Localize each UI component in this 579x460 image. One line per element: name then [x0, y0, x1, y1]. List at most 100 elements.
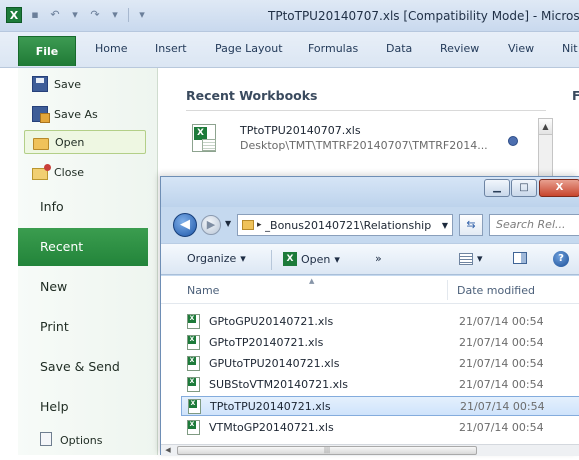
nav-info[interactable]: Info: [18, 188, 158, 226]
column-divider[interactable]: [447, 280, 448, 300]
scroll-left-icon[interactable]: ◀: [161, 445, 175, 456]
preview-pane-button[interactable]: [513, 252, 527, 264]
file-row[interactable]: VTMtoGP20140721.xls 21/07/14 00:54: [181, 418, 579, 438]
save-as-label: Save As: [54, 107, 98, 121]
close-button[interactable]: X: [539, 179, 579, 197]
nav-options[interactable]: Options: [18, 422, 158, 460]
tab-file[interactable]: File: [18, 36, 76, 66]
recent-workbooks-heading: Recent Workbooks: [186, 88, 318, 103]
ribbon-tabs: File Home Insert Page Layout Formulas Da…: [0, 32, 579, 68]
nav-new[interactable]: New: [18, 268, 158, 306]
scroll-thumb[interactable]: |||: [177, 446, 477, 455]
file-date: 21/07/14 00:54: [459, 421, 544, 434]
forward-arrow-icon[interactable]: ▶: [201, 215, 221, 235]
excel-file-icon: [187, 377, 200, 392]
save-icon: [32, 76, 48, 92]
organize-button[interactable]: Organize ▾: [187, 252, 246, 265]
file-date: 21/07/14 00:54: [459, 378, 544, 391]
column-name[interactable]: Name: [187, 284, 219, 297]
nav-save-send[interactable]: Save & Send: [18, 348, 158, 386]
sort-up-icon: ▲: [309, 277, 315, 285]
excel-file-icon: [192, 124, 216, 152]
excel-logo-icon[interactable]: X: [6, 7, 22, 23]
organize-label: Organize: [187, 252, 237, 265]
tab-review[interactable]: Review: [440, 42, 479, 55]
tab-nit[interactable]: Nit: [562, 42, 578, 55]
file-row[interactable]: GPtoGPU20140721.xls 21/07/14 00:54: [181, 312, 579, 332]
excel-file-icon: [187, 356, 200, 371]
toolbar-divider: [271, 250, 272, 270]
column-date-modified[interactable]: Date modified: [457, 284, 535, 297]
column-header: ▲ Name Date modified: [161, 276, 579, 304]
more-commands-button[interactable]: »: [375, 252, 382, 265]
nav-print[interactable]: Print: [18, 308, 158, 346]
address-path: _Bonus20140721\Relationship: [264, 218, 432, 232]
back-arrow-icon[interactable]: ◀: [173, 213, 197, 237]
options-icon: [40, 432, 52, 446]
nav-recent[interactable]: Recent: [18, 228, 178, 266]
open-folder-icon: [33, 137, 49, 150]
close-button[interactable]: Close: [24, 160, 146, 184]
close-label: Close: [54, 165, 84, 179]
title-bar: X ▪ ↶ ▾ ↷ ▾ ▾ TPtoTPU20140707.xls [Compa…: [0, 0, 579, 32]
horizontal-scrollbar[interactable]: ◀ |||: [161, 444, 579, 456]
chevron-down-icon: ▾: [334, 252, 340, 266]
file-name: SUBStoVTM20140721.xls: [209, 378, 348, 391]
minimize-button[interactable]: ▁: [484, 179, 510, 197]
dialog-toolbar: Organize ▾ X Open ▾ » ▾ ?: [161, 243, 579, 275]
file-name: TPtoTPU20140721.xls: [210, 400, 331, 413]
tab-home[interactable]: Home: [95, 42, 127, 55]
pin-icon[interactable]: [508, 136, 518, 146]
tab-insert[interactable]: Insert: [155, 42, 187, 55]
save-label: Save: [54, 77, 82, 91]
help-button[interactable]: ?: [553, 251, 569, 267]
dropdown-icon[interactable]: ▾: [108, 8, 122, 22]
open-file-button[interactable]: X Open ▾: [283, 252, 340, 266]
options-label: Options: [60, 434, 103, 447]
history-dropdown-icon[interactable]: ▼: [225, 219, 231, 228]
chevron-down-icon: ▾: [240, 252, 246, 265]
open-button[interactable]: Open: [24, 130, 146, 154]
nav-recent-label: Recent: [40, 239, 84, 254]
customize-toolbar-icon[interactable]: ▾: [135, 8, 149, 22]
file-date: 21/07/14 00:54: [459, 357, 544, 370]
maximize-button[interactable]: □: [511, 179, 537, 197]
save-as-button[interactable]: Save As: [24, 102, 146, 126]
search-input[interactable]: Search Rel...: [489, 214, 579, 236]
save-icon[interactable]: ▪: [28, 8, 42, 22]
undo-icon[interactable]: ↶: [48, 8, 62, 22]
address-bar[interactable]: ▸ _Bonus20140721\Relationship ▼: [237, 214, 453, 236]
open-file-label: Open: [301, 252, 331, 266]
file-row-selected[interactable]: TPtoTPU20140721.xls 21/07/14 00:54: [181, 396, 579, 416]
help-icon: ?: [553, 251, 569, 267]
tab-view[interactable]: View: [508, 42, 534, 55]
chevron-right-icon[interactable]: ▸: [257, 220, 262, 230]
nav-help[interactable]: Help: [18, 388, 158, 426]
excel-icon: X: [283, 252, 297, 266]
tab-page-layout[interactable]: Page Layout: [215, 42, 283, 55]
redo-icon[interactable]: ↷: [88, 8, 102, 22]
refresh-icon[interactable]: ⇆: [459, 214, 483, 236]
save-as-icon: [32, 106, 50, 123]
file-row[interactable]: GPtoTP20140721.xls 21/07/14 00:54: [181, 333, 579, 353]
address-dropdown-icon[interactable]: ▼: [442, 221, 448, 230]
change-view-button[interactable]: ▾: [459, 252, 483, 265]
close-folder-icon: [32, 163, 51, 180]
file-row[interactable]: SUBStoVTM20140721.xls 21/07/14 00:54: [181, 375, 579, 395]
excel-file-icon: [187, 420, 200, 435]
recent-file-item[interactable]: TPtoTPU20140707.xls Desktop\TMT\TMTRF201…: [188, 122, 528, 162]
divider: [186, 110, 546, 111]
recent-file-name: TPtoTPU20140707.xls: [240, 124, 361, 137]
file-row[interactable]: GPUtoTPU20140721.xls 21/07/14 00:54: [181, 354, 579, 374]
tab-formulas[interactable]: Formulas: [308, 42, 358, 55]
excel-file-icon: [188, 399, 201, 414]
save-button[interactable]: Save: [24, 72, 146, 96]
dropdown-icon[interactable]: ▾: [68, 8, 82, 22]
file-list: ▲ Name Date modified GPtoGPU20140721.xls…: [161, 276, 579, 456]
backstage-nav: Save Save As Open Close Info Recent New …: [18, 68, 178, 455]
tab-data[interactable]: Data: [386, 42, 412, 55]
preview-pane-icon: [513, 252, 527, 264]
scroll-up-icon[interactable]: ▲: [539, 119, 552, 135]
toolbar-divider: [128, 8, 129, 22]
file-name: VTMtoGP20140721.xls: [209, 421, 334, 434]
